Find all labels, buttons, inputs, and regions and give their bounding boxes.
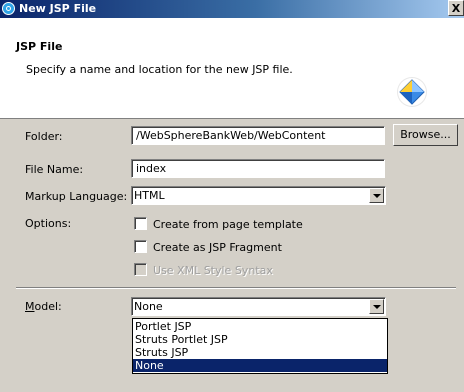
markup-language-select[interactable]: HTML: [131, 186, 386, 205]
markup-language-label: Markup Language:: [25, 190, 128, 203]
xml-style-syntax-label: Use XML Style Syntax: [153, 264, 273, 277]
title-bar: New JSP File: [0, 0, 464, 18]
create-as-fragment-checkbox[interactable]: [134, 240, 147, 253]
divider: [16, 287, 456, 289]
wizard-header: JSP File Specify a name and location for…: [0, 18, 464, 119]
create-as-fragment-label[interactable]: Create as JSP Fragment: [153, 241, 282, 254]
model-select[interactable]: None: [131, 297, 386, 316]
options-label: Options:: [25, 217, 72, 230]
model-option-struts-portlet-jsp[interactable]: Struts Portlet JSP: [133, 333, 387, 346]
folder-field[interactable]: /WebSphereBankWeb/WebContent: [131, 126, 385, 145]
file-name-field[interactable]: index: [131, 159, 385, 178]
chevron-down-icon[interactable]: [369, 188, 384, 203]
page-title: JSP File: [16, 40, 63, 53]
model-option-portlet-jsp[interactable]: Portlet JSP: [133, 320, 387, 333]
xml-style-syntax-checkbox: [134, 263, 147, 276]
model-label: Model:: [25, 300, 62, 313]
create-from-template-checkbox[interactable]: [134, 217, 147, 230]
model-option-struts-jsp[interactable]: Struts JSP: [133, 346, 387, 359]
folder-label: Folder:: [25, 130, 63, 143]
model-dropdown-list[interactable]: Portlet JSP Struts Portlet JSP Struts JS…: [132, 318, 388, 374]
window-title: New JSP File: [19, 2, 97, 15]
file-name-value: index: [136, 162, 167, 175]
browse-button[interactable]: Browse...: [393, 124, 458, 146]
file-name-label: File Name:: [25, 163, 84, 176]
jsp-diamond-icon: [398, 78, 426, 106]
eclipse-icon: [2, 2, 15, 15]
create-from-template-label[interactable]: Create from page template: [153, 218, 303, 231]
model-value: None: [134, 300, 163, 313]
close-button[interactable]: X: [448, 0, 464, 16]
markup-language-value: HTML: [134, 189, 165, 202]
page-description: Specify a name and location for the new …: [26, 63, 293, 76]
chevron-down-icon[interactable]: [369, 299, 384, 314]
model-option-none[interactable]: None: [133, 359, 387, 372]
folder-value: /WebSphereBankWeb/WebContent: [136, 129, 326, 142]
